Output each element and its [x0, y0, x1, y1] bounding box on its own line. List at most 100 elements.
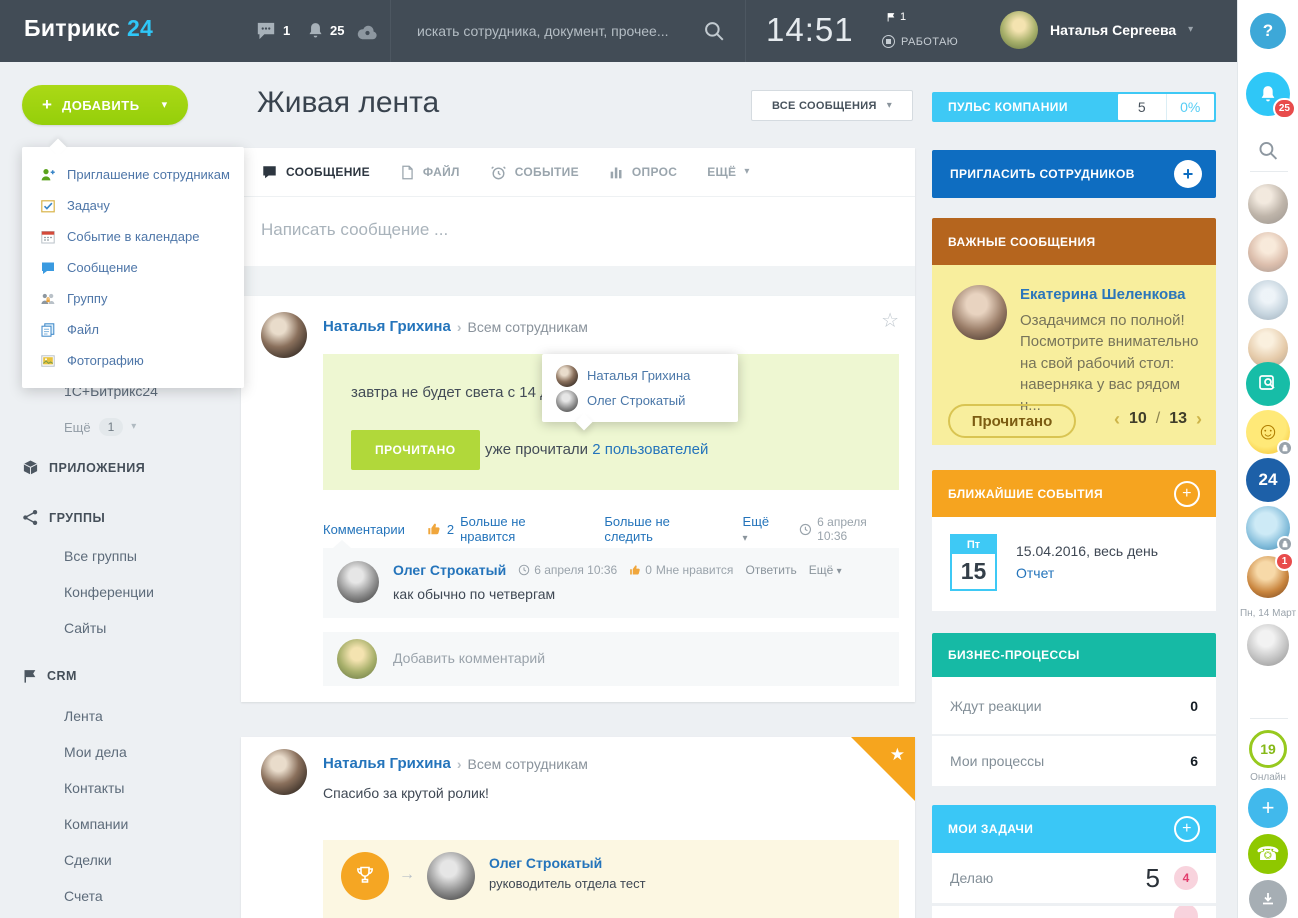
reply-link[interactable]: Ответить [745, 563, 796, 577]
avatar[interactable] [337, 561, 379, 603]
comments-link[interactable]: Комментарии [323, 522, 405, 537]
composer-input[interactable]: Написать сообщение ... [261, 220, 448, 240]
tab-poll[interactable]: ОПРОС [609, 165, 677, 180]
reader-row[interactable]: Олег Строкатый [556, 388, 724, 413]
work-status[interactable]: РАБОТАЮ [882, 35, 958, 48]
sidebar-item-all-groups[interactable]: Все группы [64, 548, 137, 564]
sidebar-section-crm[interactable]: CRM [22, 668, 77, 684]
group-chat-avatar[interactable] [1246, 506, 1290, 550]
sidebar-item-deals[interactable]: Сделки [64, 852, 112, 868]
upcoming-events-header[interactable]: БЛИЖАЙШИЕ СОБЫТИЯ + [932, 470, 1216, 517]
my-tasks-header[interactable]: МОИ ЗАДАЧИ + [932, 805, 1216, 853]
important-messages-header[interactable]: ВАЖНЫЕ СООБЩЕНИЯ [932, 218, 1216, 265]
search-icon[interactable] [1258, 140, 1279, 161]
add-comment-input[interactable]: Добавить комментарий [393, 650, 545, 666]
recent-contact-avatar[interactable] [1248, 184, 1288, 224]
tab-more[interactable]: ЕЩЁ ▾ [707, 165, 750, 179]
chat-contact-avatar[interactable]: 1 [1247, 556, 1289, 598]
post-author-link[interactable]: Наталья Грихина [323, 755, 451, 772]
sidebar-section-apps[interactable]: ПРИЛОЖЕНИЯ [22, 459, 145, 476]
more-link[interactable]: Ещё ▾ [743, 514, 778, 544]
post-author-link[interactable]: Наталья Грихина [323, 318, 451, 335]
award-recipient-link[interactable]: Олег Строкатый [489, 855, 602, 871]
task-row-partial[interactable] [932, 906, 1216, 918]
add-event-button[interactable]: + [1174, 481, 1200, 507]
avatar[interactable] [427, 852, 475, 900]
recent-contact-avatar[interactable] [1248, 232, 1288, 272]
process-row[interactable]: Мои процессы 6 [932, 736, 1216, 786]
notifications-button[interactable]: 25 [1246, 72, 1290, 116]
download-app-button[interactable] [1249, 880, 1287, 918]
unfollow-link[interactable]: Больше не следить [604, 514, 720, 544]
read-confirm-button[interactable]: ПРОЧИТАНО [351, 430, 480, 470]
mark-read-button[interactable]: Прочитано [948, 404, 1076, 438]
chat-icon[interactable] [256, 22, 276, 40]
group-chat-avatar[interactable]: ☺ [1246, 410, 1290, 454]
post-audience[interactable]: Всем сотрудникам [468, 756, 588, 772]
sidebar-more[interactable]: Ещё 1 ▾ [64, 418, 136, 436]
clock[interactable]: 14:51 [766, 11, 854, 49]
task-row[interactable]: Делаю 5 4 [932, 853, 1216, 903]
company-pulse-widget[interactable]: ПУЛЬС КОМПАНИИ 5 0% [932, 92, 1216, 122]
bell-counter[interactable]: 25 [330, 23, 344, 38]
avatar[interactable] [261, 749, 307, 795]
sidebar-item-feed[interactable]: Лента [64, 708, 103, 724]
menu-item-calendar-event[interactable]: Событие в календаре [22, 221, 244, 252]
sidebar-item-companies[interactable]: Компании [64, 816, 128, 832]
reader-row[interactable]: Наталья Грихина [556, 363, 724, 388]
event-link[interactable]: Отчет [1016, 565, 1054, 581]
bell-icon[interactable] [306, 21, 325, 41]
avatar[interactable] [261, 312, 307, 358]
prev-arrow[interactable]: ‹ [1114, 410, 1120, 428]
crm-search-button[interactable] [1246, 362, 1290, 406]
lock-icon [1277, 536, 1293, 552]
invite-employees-button[interactable]: ПРИГЛАСИТЬ СОТРУДНИКОВ + [932, 150, 1216, 198]
sidebar-item-sites[interactable]: Сайты [64, 620, 106, 636]
avatar[interactable] [952, 285, 1007, 340]
cloud-icon[interactable] [356, 24, 379, 40]
unlike-link[interactable]: 2 Больше не нравится [427, 514, 582, 544]
chat-counter[interactable]: 1 [283, 23, 290, 38]
menu-item-message[interactable]: Сообщение [22, 252, 244, 283]
menu-item-group[interactable]: Группу [22, 283, 244, 314]
call-button[interactable]: ☎ [1248, 834, 1288, 874]
chat-contact-avatar[interactable] [1247, 624, 1289, 666]
comment-like[interactable]: 0 Мне нравится [629, 563, 733, 577]
business-processes-header[interactable]: БИЗНЕС-ПРОЦЕССЫ [932, 633, 1216, 677]
menu-item-file[interactable]: Файл [22, 314, 244, 345]
comment-author-link[interactable]: Олег Строкатый [393, 562, 506, 578]
add-button[interactable]: + ДОБАВИТЬ ▾ [22, 85, 188, 125]
readers-link[interactable]: 2 пользователей [592, 441, 708, 458]
user-menu[interactable]: Наталья Сергеева ▾ [1000, 11, 1193, 49]
flag-counter[interactable]: 1 [886, 11, 906, 23]
process-row[interactable]: Ждут реакции 0 [932, 677, 1216, 735]
tab-file[interactable]: ФАЙЛ [400, 164, 460, 181]
help-button[interactable]: ? [1250, 13, 1286, 49]
bitrix24-chat-button[interactable]: 24 [1246, 458, 1290, 502]
menu-item-invite[interactable]: Приглашение сотрудникам [22, 159, 244, 190]
feed-filter-button[interactable]: ВСЕ СООБЩЕНИЯ ▾ [751, 90, 913, 121]
search-icon[interactable] [703, 20, 725, 42]
add-chat-button[interactable]: + [1248, 788, 1288, 828]
menu-item-task[interactable]: Задачу [22, 190, 244, 221]
sidebar-section-groups[interactable]: ГРУППЫ [22, 509, 105, 526]
search-input[interactable] [391, 23, 703, 39]
add-task-button[interactable]: + [1174, 816, 1200, 842]
favorite-ribbon[interactable]: ★ [851, 737, 915, 801]
next-arrow[interactable]: › [1196, 410, 1202, 428]
sidebar-item-my-activities[interactable]: Мои дела [64, 744, 127, 760]
favorite-star-icon[interactable]: ☆ [881, 308, 899, 333]
add-comment-row[interactable]: Добавить комментарий [323, 632, 899, 686]
comment-more-link[interactable]: Ещё ▾ [809, 563, 842, 577]
author-link[interactable]: Екатерина Шеленкова [1020, 286, 1185, 303]
tab-event[interactable]: СОБЫТИЕ [490, 164, 579, 181]
sidebar-item-conferences[interactable]: Конференции [64, 584, 154, 600]
tab-message[interactable]: СООБЩЕНИЕ [261, 164, 370, 180]
menu-item-photo[interactable]: Фотографию [22, 345, 244, 376]
avatar[interactable] [1000, 11, 1038, 49]
online-counter[interactable]: 19 [1249, 730, 1287, 768]
post-audience[interactable]: Всем сотрудникам [468, 319, 588, 335]
sidebar-item-invoices[interactable]: Счета [64, 888, 103, 904]
recent-contact-avatar[interactable] [1248, 280, 1288, 320]
sidebar-item-contacts[interactable]: Контакты [64, 780, 124, 796]
